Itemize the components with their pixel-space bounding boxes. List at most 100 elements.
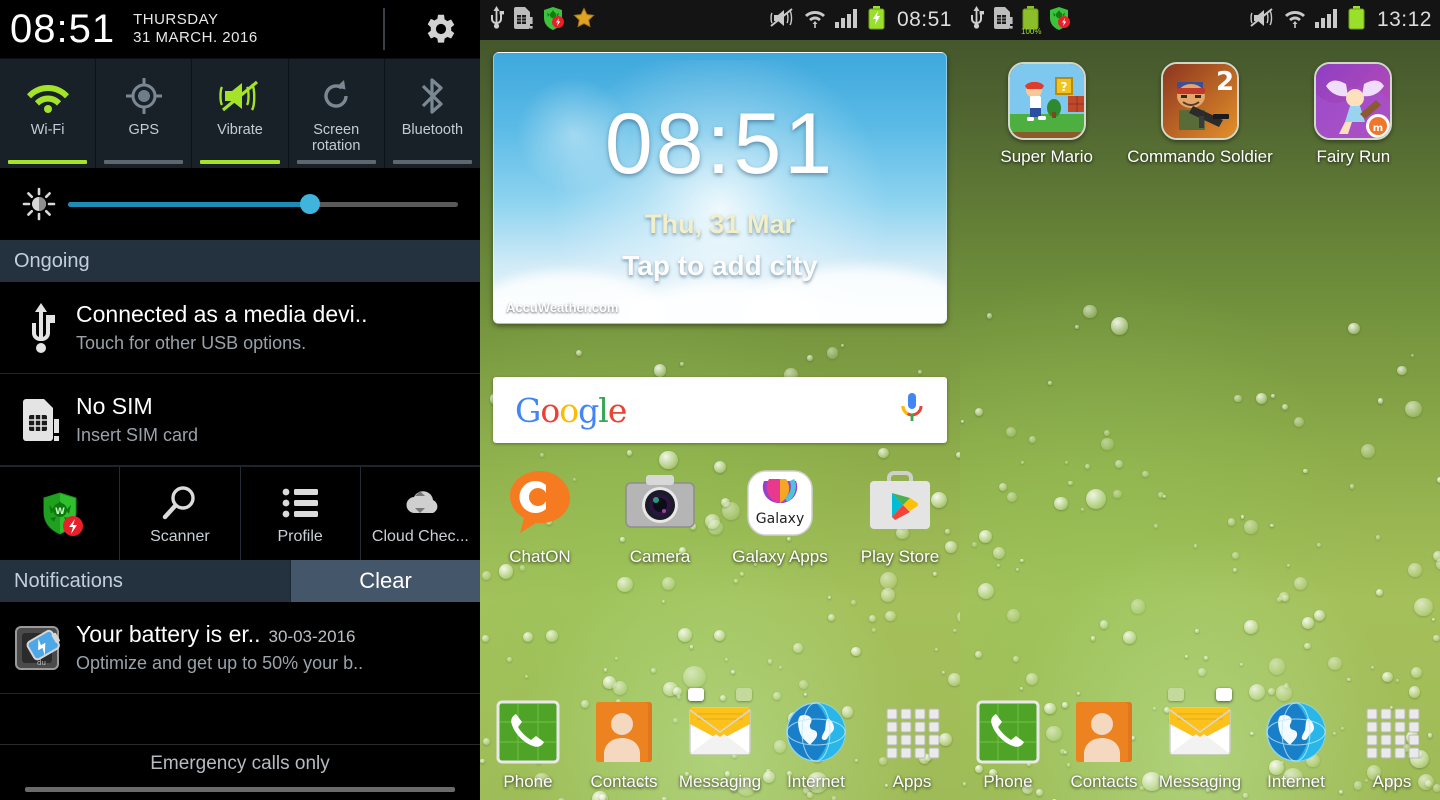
battery-100-icon: 100% — [1021, 5, 1041, 36]
shade-date: 31 MARCH. 2016 — [133, 29, 258, 46]
internet-icon — [780, 696, 852, 768]
camera-icon — [622, 465, 698, 541]
quick-toggle-state-bar — [8, 160, 88, 164]
app-label: Camera — [629, 547, 691, 566]
list-icon — [282, 481, 319, 525]
home-screen-center-panel: 08:51 08:51 Thu, 31 Mar Tap to add city … — [480, 0, 960, 800]
slider-fill — [68, 201, 310, 207]
phone-icon — [972, 696, 1044, 768]
google-search-bar[interactable]: Google — [493, 377, 947, 443]
widget-add-city-prompt[interactable]: Tap to add city — [494, 250, 946, 282]
dock-messaging[interactable]: Messaging — [1152, 696, 1248, 792]
svg-text:Galaxy: Galaxy — [756, 511, 804, 527]
dock-contacts[interactable]: Contacts — [576, 696, 672, 792]
dock-label: Phone — [983, 772, 1033, 791]
contacts-icon — [1068, 696, 1140, 768]
app-label: Super Mario — [1000, 147, 1093, 166]
dock-messaging[interactable]: Messaging — [672, 696, 768, 792]
statusbar-left-icons — [488, 5, 595, 35]
app-label: Play Store — [860, 547, 940, 566]
notification-body: Connected as a media devi.. Touch for ot… — [72, 301, 470, 354]
galaxy-apps-icon: Galaxy — [742, 465, 818, 541]
dock-phone[interactable]: Phone — [960, 696, 1056, 792]
shade-drag-handle[interactable] — [25, 787, 455, 792]
clear-button[interactable]: Clear — [290, 560, 480, 602]
contacts-icon — [588, 696, 660, 768]
notification-title-row: Your battery is er.. 30-03-2016 — [76, 621, 470, 649]
ongoing-title: Ongoing — [14, 249, 90, 272]
brightness-slider[interactable] — [68, 189, 458, 219]
dock-internet[interactable]: Internet — [1248, 696, 1344, 792]
quick-toggle-gps[interactable]: GPS — [96, 59, 193, 168]
notification-subtitle: Optimize and get up to 50% your b.. — [76, 652, 364, 673]
quick-toggle-label: GPS — [128, 122, 160, 138]
home-app-row: ChatON Camera Galaxy Galaxy Apps Play St… — [480, 465, 960, 567]
home-content-center: 08:51 Thu, 31 Mar Tap to add city AccuWe… — [480, 40, 960, 800]
battery-boost-icon: du — [10, 619, 72, 677]
magnifier-icon — [161, 481, 199, 525]
quick-settings-row: Wi-Fi GPS Vibrate Screen rotation Blueto… — [0, 58, 480, 168]
dock-apps[interactable]: Apps — [864, 696, 960, 792]
quick-toggle-state-bar — [392, 160, 473, 164]
app-chaton[interactable]: ChatON — [480, 465, 600, 567]
scanner-button[interactable]: Scanner — [120, 467, 241, 560]
tool-label: Cloud Chec... — [371, 528, 469, 545]
microphone-icon[interactable] — [899, 391, 925, 430]
svg-text:?: ? — [1060, 80, 1067, 94]
statusbar-center: 08:51 — [480, 0, 960, 40]
widget-attribution: AccuWeather.com — [506, 300, 619, 315]
quick-toggle-state-bar — [200, 160, 280, 164]
quick-toggle-state-bar — [296, 160, 376, 164]
quick-toggle-wifi[interactable]: Wi-Fi — [0, 59, 97, 168]
notification-no-sim[interactable]: No SIM Insert SIM card — [0, 374, 480, 466]
sim-card-icon — [994, 6, 1013, 35]
apps-grid-icon — [1356, 696, 1428, 768]
quick-toggle-bluetooth[interactable]: Bluetooth — [385, 59, 480, 168]
sim-card-icon — [514, 6, 533, 35]
gear-icon[interactable] — [422, 10, 460, 48]
slider-knob[interactable] — [299, 194, 320, 214]
google-logo: Google — [515, 390, 627, 430]
three-screenshot-strip: 08:51 THURSDAY 31 MARCH. 2016 Wi-Fi GPS … — [0, 0, 1440, 800]
svg-text:m: m — [1373, 123, 1383, 134]
app-commando-soldier[interactable]: 2 Commando Soldier — [1123, 62, 1276, 167]
quick-toggle-state-bar — [104, 160, 184, 164]
dock-apps[interactable]: Apps — [1344, 696, 1440, 792]
ongoing-section-header: Ongoing — [0, 240, 480, 282]
quick-toggle-vibrate[interactable]: Vibrate — [192, 59, 289, 168]
cloud-check-button[interactable]: Cloud Chec... — [361, 467, 480, 560]
notification-usb[interactable]: Connected as a media devi.. Touch for ot… — [0, 282, 480, 374]
widget-time: 08:51 — [604, 96, 836, 192]
notification-body: Your battery is er.. 30-03-2016 Optimize… — [72, 621, 470, 674]
quick-toggle-label: Wi-Fi — [30, 122, 65, 138]
dock-contacts[interactable]: Contacts — [1056, 696, 1152, 792]
notification-subtitle: Insert SIM card — [76, 424, 199, 445]
drweb-shield-icon — [1048, 6, 1070, 35]
quick-toggle-screen-rotation[interactable]: Screen rotation — [289, 59, 385, 168]
emergency-bar: Emergency calls only — [0, 744, 480, 800]
statusbar-clock: 13:12 — [1376, 8, 1432, 31]
dock-label: Internet — [1267, 772, 1325, 791]
weather-clock-widget[interactable]: 08:51 Thu, 31 Mar Tap to add city AccuWe… — [493, 52, 947, 324]
svg-text:du: du — [37, 659, 46, 667]
notification-battery[interactable]: du Your battery is er.. 30-03-2016 Optim… — [0, 602, 480, 694]
widget-date: Thu, 31 Mar — [644, 209, 796, 239]
dock-internet[interactable]: Internet — [768, 696, 864, 792]
messaging-icon — [1164, 696, 1236, 768]
profile-button[interactable]: Profile — [241, 467, 361, 560]
dock-phone[interactable]: Phone — [480, 696, 576, 792]
commando-soldier-icon: 2 — [1160, 62, 1239, 140]
tool-label: Profile — [277, 528, 323, 545]
drweb-shield-icon — [542, 6, 564, 35]
svg-text:W: W — [55, 507, 65, 517]
app-play-store[interactable]: Play Store — [840, 465, 960, 567]
app-super-mario[interactable]: ? Super Mario — [970, 62, 1123, 167]
notification-title: Connected as a media devi.. — [76, 301, 368, 328]
drweb-shield-icon: W — [36, 491, 84, 536]
app-fairy-run[interactable]: m Fairy Run — [1277, 62, 1430, 167]
app-galaxy-apps[interactable]: Galaxy Galaxy Apps — [720, 465, 840, 567]
app-camera[interactable]: Camera — [600, 465, 720, 567]
notification-title: No SIM — [76, 393, 153, 420]
statusbar-right-icons: 13:12 — [1248, 5, 1432, 35]
drweb-app-button[interactable]: W — [0, 467, 121, 560]
